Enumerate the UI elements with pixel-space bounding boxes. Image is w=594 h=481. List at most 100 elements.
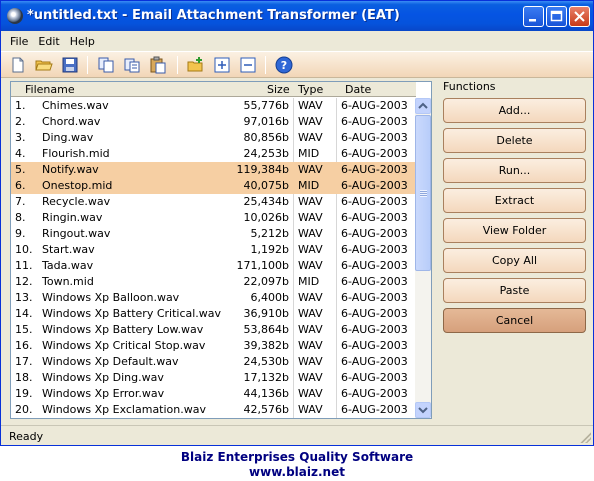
copy-icon[interactable] [97, 56, 115, 74]
minimize-button[interactable] [523, 6, 544, 27]
file-list[interactable]: Filename Size Type Date 1. Chimes.wav 55,7… [10, 81, 432, 419]
functions-label: Functions [443, 80, 496, 93]
maximize-button[interactable] [546, 6, 567, 27]
row-date: 6-AUG-2003 [341, 195, 408, 208]
row-size: 5,212b [250, 227, 289, 240]
close-icon [574, 11, 585, 22]
menu-edit[interactable]: Edit [33, 35, 64, 48]
row-date: 6-AUG-2003 [341, 115, 408, 128]
row-date: 6-AUG-2003 [341, 323, 408, 336]
table-row[interactable]: 6. Onestop.mid 40,075b MID 6-AUG-2003 [11, 178, 416, 194]
resize-grip[interactable] [579, 431, 591, 443]
table-row[interactable]: 19. Windows Xp Error.wav 44,136b WAV 6-AUG-2… [11, 386, 416, 402]
table-row[interactable]: 4. Flourish.mid 24,253b MID 6-AUG-2003 [11, 146, 416, 162]
remove-icon[interactable] [239, 56, 257, 74]
chevron-up-icon [418, 102, 428, 109]
row-size: 1,192b [250, 243, 289, 256]
row-filename: Start.wav [42, 243, 95, 256]
menu-file[interactable]: File [5, 35, 33, 48]
row-number: 18. [15, 371, 33, 384]
header-date[interactable]: Date [345, 83, 371, 96]
menu-help[interactable]: Help [65, 35, 100, 48]
row-number: 6. [15, 179, 26, 192]
row-type: WAV [298, 243, 323, 256]
scroll-up-button[interactable] [415, 98, 431, 114]
row-size: 25,434b [243, 195, 289, 208]
header-size[interactable]: Size [267, 83, 290, 96]
row-number: 20. [15, 403, 33, 416]
add-button[interactable]: Add... [443, 98, 586, 123]
row-filename: Windows Xp Default.wav [42, 355, 179, 368]
row-filename: Onestop.mid [42, 179, 113, 192]
paste-button[interactable]: Paste [443, 278, 586, 303]
row-type: WAV [298, 227, 323, 240]
toolbar-separator [87, 56, 88, 74]
add-icon[interactable] [213, 56, 231, 74]
row-filename: Windows Xp Exclamation.wav [42, 403, 206, 416]
header-filename[interactable]: Filename [25, 83, 75, 96]
header-type[interactable]: Type [298, 83, 323, 96]
cancel-button[interactable]: Cancel [443, 308, 586, 333]
extract-button[interactable]: Extract [443, 188, 586, 213]
row-size: 39,382b [243, 339, 289, 352]
cut-icon[interactable] [123, 56, 141, 74]
row-size: 24,253b [243, 147, 289, 160]
table-row[interactable]: 13. Windows Xp Balloon.wav 6,400b WAV 6-AUG-… [11, 290, 416, 306]
row-date: 6-AUG-2003 [341, 387, 408, 400]
app-icon[interactable] [7, 8, 23, 24]
close-button[interactable] [569, 6, 590, 27]
footer-website[interactable]: www.blaiz.net [0, 465, 594, 479]
row-size: 53,864b [243, 323, 289, 336]
open-folder-icon[interactable] [35, 56, 53, 74]
copy-all-button[interactable]: Copy All [443, 248, 586, 273]
row-number: 4. [15, 147, 26, 160]
row-date: 6-AUG-2003 [341, 243, 408, 256]
table-row[interactable]: 14. Windows Xp Battery Critical.wav 36,910… [11, 306, 416, 322]
table-row[interactable]: 2. Chord.wav 97,016b WAV 6-AUG-2003 [11, 114, 416, 130]
table-row[interactable]: 9. Ringout.wav 5,212b WAV 6-AUG-2003 [11, 226, 416, 242]
table-row[interactable]: 15. Windows Xp Battery Low.wav 53,864b WAV 6… [11, 322, 416, 338]
title-bar[interactable]: *untitled.txt - Email Attachment Transfo… [1, 1, 593, 31]
row-type: WAV [298, 211, 323, 224]
table-row[interactable]: 17. Windows Xp Default.wav 24,530b WAV 6-AUG… [11, 354, 416, 370]
row-size: 97,016b [243, 115, 289, 128]
run-button[interactable]: Run... [443, 158, 586, 183]
toolbar-separator [177, 56, 178, 74]
table-row[interactable]: 11. Tada.wav 171,100b WAV 6-AUG-2003 [11, 258, 416, 274]
row-date: 6-AUG-2003 [341, 227, 408, 240]
status-bar: Ready [1, 425, 593, 445]
table-row[interactable]: 20. Windows Xp Exclamation.wav 42,576b WAV 6… [11, 402, 416, 418]
add-folder-icon[interactable] [187, 56, 205, 74]
table-row[interactable]: 1. Chimes.wav 55,776b WAV 6-AUG-2003 [11, 98, 416, 114]
table-row[interactable]: 16. Windows Xp Critical Stop.wav 39,382b WA… [11, 338, 416, 354]
paste-icon[interactable] [149, 56, 167, 74]
scroll-down-button[interactable] [415, 402, 431, 418]
row-date: 6-AUG-2003 [341, 403, 408, 416]
row-filename: Recycle.wav [42, 195, 111, 208]
row-number: 5. [15, 163, 26, 176]
toolbar: ? [1, 51, 593, 78]
table-row[interactable]: 18. Windows Xp Ding.wav 17,132b WAV 6-AUG-20… [11, 370, 416, 386]
table-row[interactable]: 12. Town.mid 22,097b MID 6-AUG-2003 [11, 274, 416, 290]
window-title: *untitled.txt - Email Attachment Transfo… [27, 8, 400, 23]
row-number: 17. [15, 355, 33, 368]
save-icon[interactable] [61, 56, 79, 74]
table-row[interactable]: 7. Recycle.wav 25,434b WAV 6-AUG-2003 [11, 194, 416, 210]
chevron-down-icon [418, 407, 428, 414]
scroll-thumb[interactable] [415, 115, 431, 271]
view-folder-button[interactable]: View Folder [443, 218, 586, 243]
row-type: WAV [298, 355, 323, 368]
help-icon[interactable]: ? [275, 56, 293, 74]
table-row[interactable]: 8. Ringin.wav 10,026b WAV 6-AUG-2003 [11, 210, 416, 226]
row-size: 80,856b [243, 131, 289, 144]
row-filename: Town.mid [42, 275, 94, 288]
new-file-icon[interactable] [9, 56, 27, 74]
delete-button[interactable]: Delete [443, 128, 586, 153]
row-date: 6-AUG-2003 [341, 291, 408, 304]
row-size: 6,400b [250, 291, 289, 304]
table-row[interactable]: 3. Ding.wav 80,856b WAV 6-AUG-2003 [11, 130, 416, 146]
row-size: 24,530b [243, 355, 289, 368]
vertical-scrollbar[interactable] [415, 98, 431, 418]
table-row[interactable]: 5. Notify.wav 119,384b WAV 6-AUG-2003 [11, 162, 416, 178]
table-row[interactable]: 10. Start.wav 1,192b WAV 6-AUG-2003 [11, 242, 416, 258]
